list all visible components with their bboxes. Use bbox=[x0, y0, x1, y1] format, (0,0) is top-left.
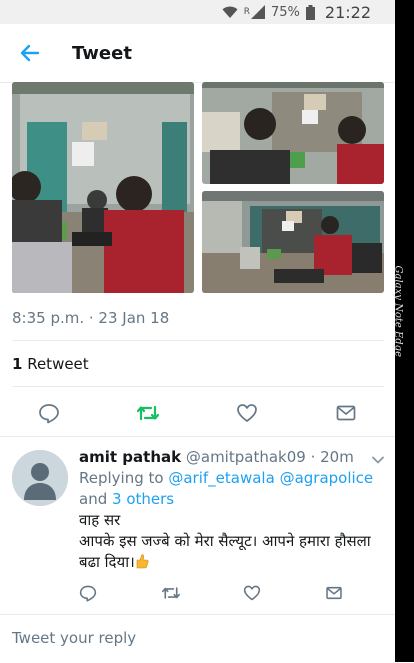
heart-icon bbox=[237, 404, 257, 422]
mention-link[interactable]: @agrapolice bbox=[280, 469, 374, 487]
default-avatar-icon bbox=[12, 450, 68, 506]
page-title: Tweet bbox=[72, 42, 132, 64]
divider bbox=[0, 436, 395, 437]
replying-to: Replying to @arif_etawala @agrapolice an… bbox=[79, 468, 384, 510]
tweet-photo-grid bbox=[12, 82, 384, 293]
app-header: Tweet bbox=[0, 24, 395, 83]
battery-percent: 75% bbox=[270, 4, 300, 20]
tweet-timestamp: 8:35 p.m. · 23 Jan 18 bbox=[12, 309, 170, 327]
reply-text-body: आपके इस जज्बे को मेरा सैल्यूट। आपने हमार… bbox=[79, 531, 384, 573]
tweet-action-bar bbox=[0, 396, 395, 430]
mail-icon bbox=[336, 405, 356, 421]
retweet-button[interactable] bbox=[133, 398, 163, 428]
divider bbox=[12, 340, 384, 341]
like-button[interactable] bbox=[232, 398, 262, 428]
mail-icon bbox=[326, 586, 342, 600]
back-button[interactable] bbox=[10, 33, 50, 73]
device-brand-label: Galaxy Note Edge bbox=[392, 265, 404, 357]
back-arrow-icon bbox=[20, 44, 40, 62]
avatar[interactable] bbox=[12, 450, 68, 506]
tweet-photo-1[interactable] bbox=[12, 82, 194, 293]
reply-author-handle[interactable]: @amitpathak09 bbox=[186, 448, 306, 466]
clock: 21:22 bbox=[324, 2, 371, 22]
reply-tweet[interactable]: amit pathak @amitpathak09 · 20m Replying… bbox=[79, 447, 384, 573]
retweet-count-number: 1 bbox=[12, 355, 23, 373]
retweet-count-label: Retweet bbox=[22, 355, 89, 373]
reply-icon bbox=[79, 585, 97, 602]
reply-text-line: आपके इस जज्बे को मेरा सैल्यूट। आपने हमार… bbox=[79, 532, 371, 571]
reply-button[interactable] bbox=[34, 398, 64, 428]
reply-header: amit pathak @amitpathak09 · 20m bbox=[79, 447, 384, 468]
reply-retweet-button[interactable] bbox=[160, 582, 182, 604]
wifi-icon bbox=[222, 5, 238, 19]
status-bar: R 75% 21:22 bbox=[0, 0, 395, 24]
reply-time: · 20m bbox=[310, 448, 354, 466]
reply-icon bbox=[39, 404, 59, 424]
reply-author-name[interactable]: amit pathak bbox=[79, 448, 181, 466]
thumbs-up-emoji-icon bbox=[135, 553, 149, 569]
replying-to-prefix: Replying to bbox=[79, 469, 169, 487]
reply-action-bar bbox=[0, 582, 395, 604]
battery-icon bbox=[305, 4, 315, 20]
compose-reply-bar: Tweet your reply bbox=[0, 614, 395, 663]
tweet-photo-2[interactable] bbox=[202, 82, 384, 184]
others-link[interactable]: 3 others bbox=[112, 490, 174, 508]
share-button[interactable] bbox=[331, 398, 361, 428]
replying-and: and bbox=[79, 490, 108, 508]
reply-share-button[interactable] bbox=[323, 582, 345, 604]
signal-icon: R bbox=[244, 5, 265, 19]
reply-input[interactable]: Tweet your reply bbox=[12, 629, 136, 647]
retweet-icon bbox=[136, 405, 160, 421]
device-edge-strip: Galaxy Note Edge bbox=[392, 0, 414, 662]
mention-link[interactable]: @arif_etawala bbox=[168, 469, 274, 487]
divider bbox=[12, 386, 384, 387]
retweet-icon bbox=[162, 587, 180, 599]
tweet-photo-3[interactable] bbox=[202, 191, 384, 293]
reply-like-button[interactable] bbox=[241, 582, 263, 604]
reply-reply-button[interactable] bbox=[77, 582, 99, 604]
reply-text-line: वाह सर bbox=[79, 511, 121, 529]
retweet-count[interactable]: 1 Retweet bbox=[12, 355, 89, 373]
chevron-down-icon[interactable] bbox=[371, 452, 385, 466]
heart-icon bbox=[243, 585, 261, 601]
